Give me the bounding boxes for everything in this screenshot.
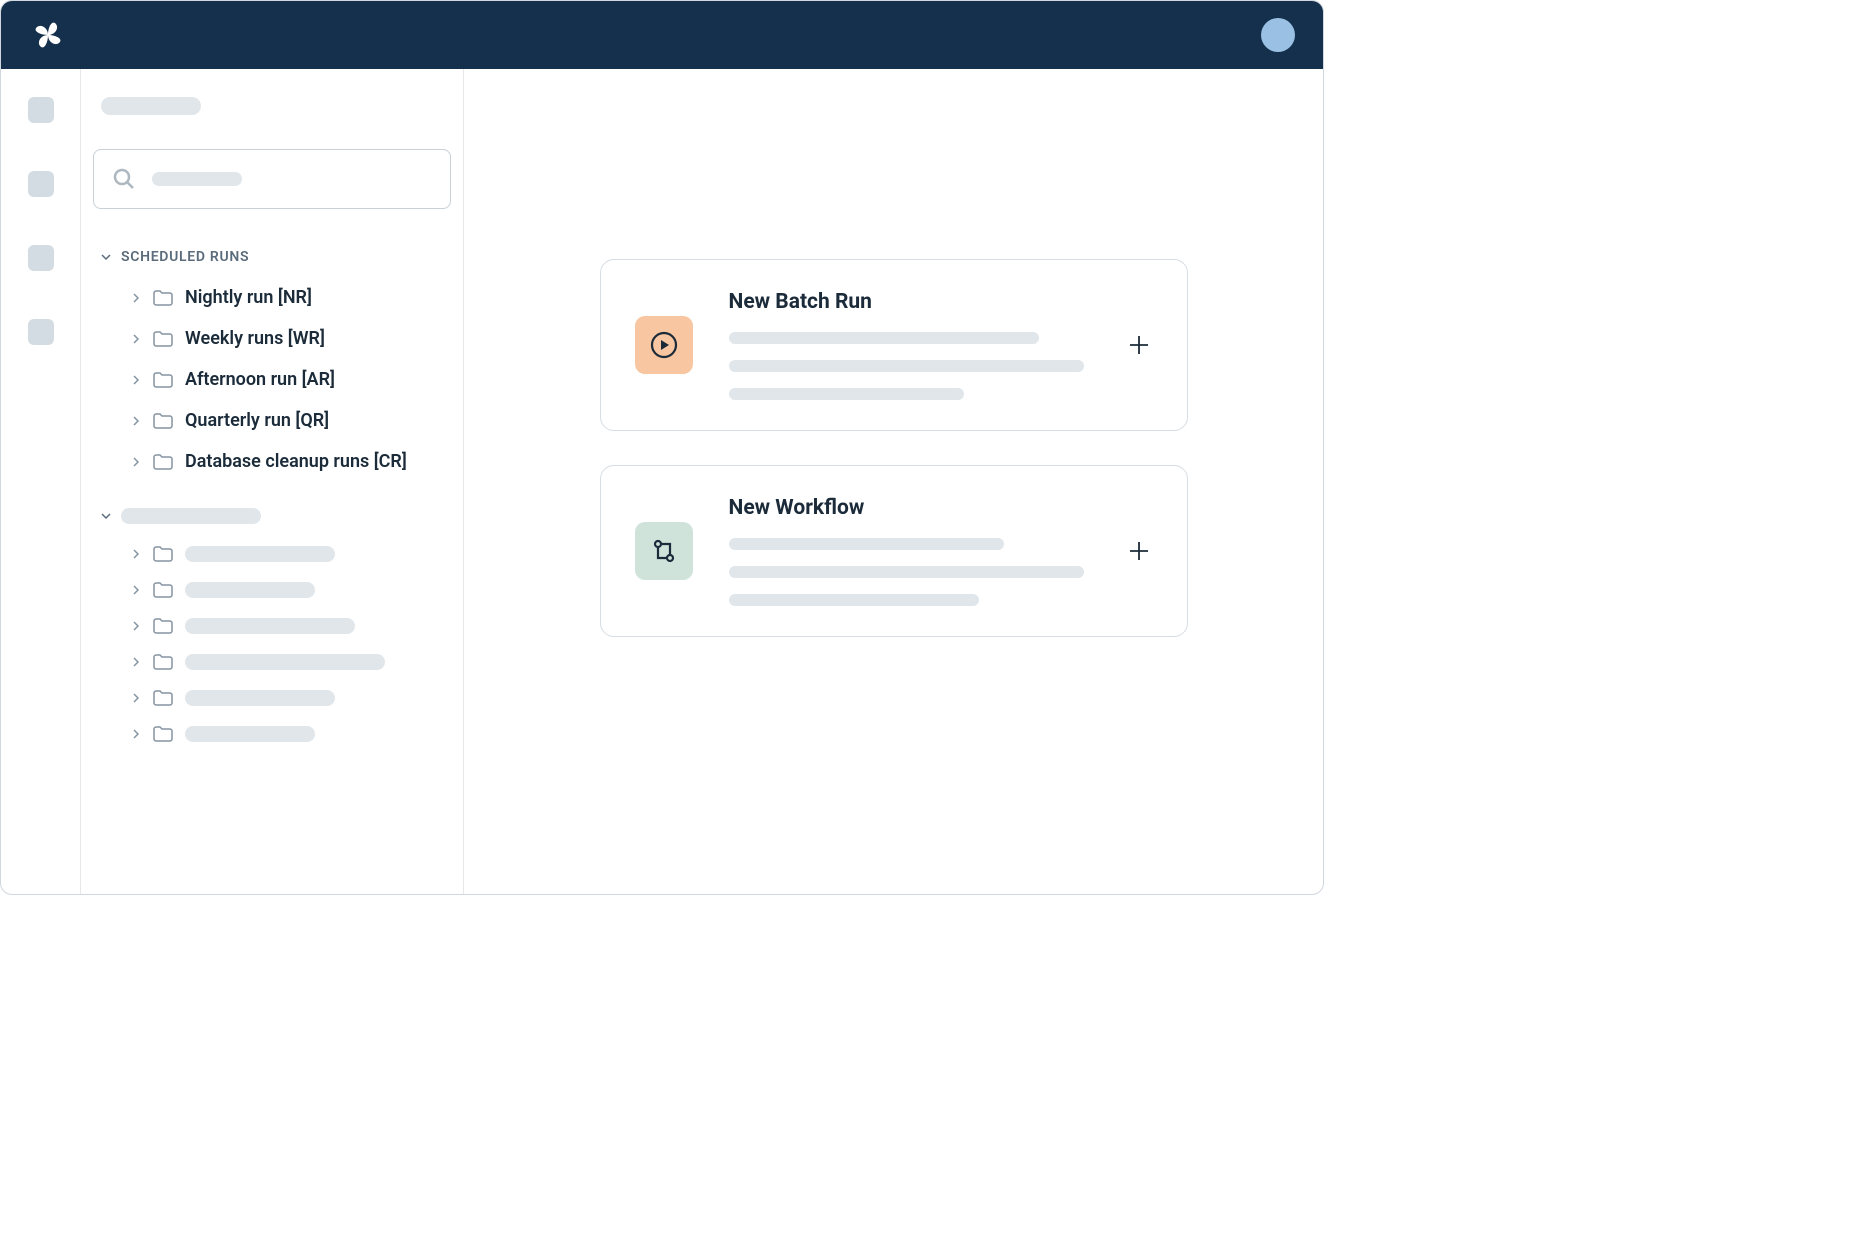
card-text-placeholder	[729, 388, 964, 400]
tree-label-placeholder	[185, 726, 315, 742]
icon-rail	[1, 69, 81, 894]
tree-item-label: Database cleanup runs [CR]	[185, 451, 407, 472]
tree-item-placeholder[interactable]	[93, 536, 451, 572]
tree-item-placeholder[interactable]	[93, 644, 451, 680]
tree-item-weekly[interactable]: Weekly runs [WR]	[93, 318, 451, 359]
tree-item-quarterly[interactable]: Quarterly run [QR]	[93, 400, 451, 441]
folder-icon	[153, 413, 173, 429]
top-bar	[1, 1, 1323, 69]
tree-label-placeholder	[185, 546, 335, 562]
body-row: SCHEDULED RUNS Nightly run [NR]	[1, 69, 1323, 894]
chevron-right-icon	[131, 416, 141, 426]
scheduled-runs-tree: Nightly run [NR] Weekly runs [WR]	[93, 271, 451, 502]
chevron-down-icon	[101, 511, 111, 521]
section-header-label: SCHEDULED RUNS	[121, 249, 249, 265]
folder-icon	[153, 690, 173, 706]
tree-item-label: Afternoon run [AR]	[185, 369, 335, 390]
tree-label-placeholder	[185, 618, 355, 634]
folder-icon	[153, 372, 173, 388]
chevron-right-icon	[131, 657, 141, 667]
rail-item-3[interactable]	[28, 245, 54, 271]
sidebar: SCHEDULED RUNS Nightly run [NR]	[81, 69, 464, 894]
section-header-placeholder[interactable]	[93, 502, 451, 530]
folder-icon	[153, 582, 173, 598]
search-icon	[112, 167, 136, 191]
user-avatar[interactable]	[1261, 18, 1295, 52]
card-title: New Workflow	[729, 496, 1089, 520]
card-new-batch-run[interactable]: New Batch Run	[600, 259, 1188, 431]
folder-icon	[153, 454, 173, 470]
rail-item-2[interactable]	[28, 171, 54, 197]
folder-icon	[153, 331, 173, 347]
search-input[interactable]	[93, 149, 451, 209]
tree-item-placeholder[interactable]	[93, 608, 451, 644]
section-header-scheduled[interactable]: SCHEDULED RUNS	[93, 243, 451, 271]
tree-item-afternoon[interactable]: Afternoon run [AR]	[93, 359, 451, 400]
card-new-workflow[interactable]: New Workflow	[600, 465, 1188, 637]
sidebar-title-placeholder	[101, 97, 201, 115]
app-frame: SCHEDULED RUNS Nightly run [NR]	[0, 0, 1324, 895]
card-text-placeholder	[729, 566, 1084, 578]
app-logo[interactable]	[29, 16, 67, 54]
card-text-placeholder	[729, 594, 979, 606]
rail-item-4[interactable]	[28, 319, 54, 345]
tree-label-placeholder	[185, 690, 335, 706]
chevron-right-icon	[131, 549, 141, 559]
tree-label-placeholder	[185, 654, 385, 670]
plus-icon	[1125, 537, 1153, 565]
tree-item-cleanup[interactable]: Database cleanup runs [CR]	[93, 441, 451, 482]
chevron-right-icon	[131, 457, 141, 467]
folder-icon	[153, 726, 173, 742]
placeholder-tree	[93, 530, 451, 772]
chevron-right-icon	[131, 334, 141, 344]
search-placeholder	[152, 172, 242, 186]
card-text-placeholder	[729, 360, 1084, 372]
card-text-placeholder	[729, 538, 1004, 550]
card-content: New Workflow	[729, 496, 1089, 606]
folder-icon	[153, 654, 173, 670]
card-content: New Batch Run	[729, 290, 1089, 400]
chevron-right-icon	[131, 293, 141, 303]
main-content: New Batch Run	[464, 69, 1323, 894]
plus-icon	[1125, 331, 1153, 359]
tree-item-placeholder[interactable]	[93, 572, 451, 608]
folder-icon	[153, 290, 173, 306]
chevron-right-icon	[131, 375, 141, 385]
section-header-label-placeholder	[121, 508, 261, 524]
tree-item-label: Quarterly run [QR]	[185, 410, 329, 431]
tree-item-label: Nightly run [NR]	[185, 287, 312, 308]
chevron-right-icon	[131, 585, 141, 595]
tree-label-placeholder	[185, 582, 315, 598]
play-circle-icon	[635, 316, 693, 374]
chevron-right-icon	[131, 693, 141, 703]
tree-item-nightly[interactable]: Nightly run [NR]	[93, 277, 451, 318]
chevron-right-icon	[131, 621, 141, 631]
card-text-placeholder	[729, 332, 1039, 344]
tree-item-placeholder[interactable]	[93, 680, 451, 716]
tree-item-placeholder[interactable]	[93, 716, 451, 752]
card-title: New Batch Run	[729, 290, 1089, 314]
tree-item-label: Weekly runs [WR]	[185, 328, 325, 349]
workflow-icon	[635, 522, 693, 580]
folder-icon	[153, 546, 173, 562]
folder-icon	[153, 618, 173, 634]
rail-item-1[interactable]	[28, 97, 54, 123]
chevron-right-icon	[131, 729, 141, 739]
chevron-down-icon	[101, 252, 111, 262]
